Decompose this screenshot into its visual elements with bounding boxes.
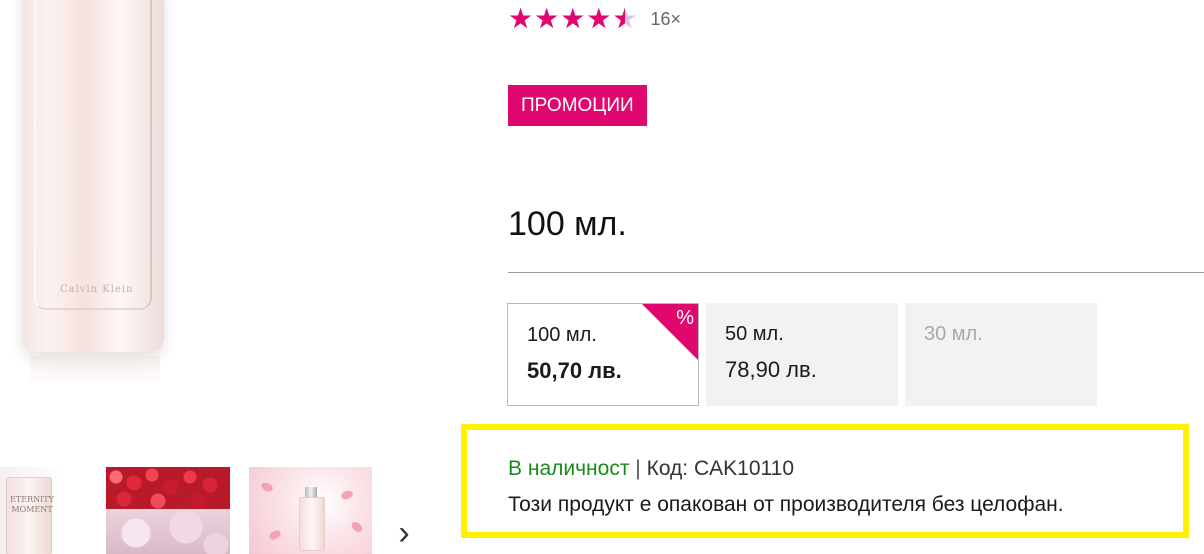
variant-volume: 30 мл.	[924, 323, 983, 345]
variant-volume: 50 мл.	[725, 323, 784, 345]
thumbnail-label: ETERNITY MOMENT	[10, 495, 54, 514]
rating-stars: ★★★★★ ★★★★★	[508, 4, 639, 34]
packaging-note: Този продукт е опакован от производителя…	[508, 493, 1064, 516]
thumbnail-1[interactable]: ETERNITY MOMENT	[0, 467, 62, 554]
product-code: CAK10110	[693, 457, 795, 480]
selected-volume-title: 100 мл.	[508, 205, 627, 243]
product-main-image[interactable]: Calvin Klein	[0, 0, 200, 390]
bottle-brand-logo: Calvin Klein	[60, 284, 134, 295]
petal-shape	[349, 520, 365, 534]
perfume-bottle-image: Calvin Klein	[22, 0, 164, 352]
star-icons-filled: ★★★★★	[508, 4, 625, 34]
stock-line: В наличност | Код: CAK10110	[508, 456, 794, 482]
variant-option-50ml[interactable]: 50 мл. 78,90 лв.	[706, 303, 898, 406]
raspberries-image	[106, 467, 230, 509]
availability-info-box: В наличност | Код: CAK10110 Този продукт…	[461, 424, 1189, 538]
bottle-reflection	[30, 356, 160, 386]
peonies-image	[106, 509, 230, 554]
rating-count: 16×	[650, 8, 682, 29]
variant-option-30ml[interactable]: 30 мл.	[905, 303, 1097, 406]
product-code-label: Код:	[646, 457, 689, 480]
thumbnail-bottle-image	[6, 477, 52, 554]
chevron-right-icon[interactable]: ›	[390, 515, 418, 551]
thumbnail-bottle-image	[299, 497, 325, 551]
petal-shape	[259, 480, 275, 494]
divider	[508, 272, 1204, 273]
variant-price: 50,70 лв.	[527, 358, 622, 383]
stock-status: В наличност	[508, 457, 630, 480]
petal-shape	[267, 528, 283, 542]
petal-shape	[339, 489, 355, 501]
product-rating[interactable]: ★★★★★ ★★★★★ 16×	[508, 4, 681, 34]
separator: |	[635, 457, 641, 480]
thumbnail-carousel: ETERNITY MOMENT ›	[0, 467, 430, 554]
variant-price: 78,90 лв.	[725, 357, 817, 382]
percent-icon: %	[676, 307, 694, 329]
thumbnail-2[interactable]	[106, 467, 230, 554]
variant-option-100ml[interactable]: 100 мл. 50,70 лв. %	[507, 303, 699, 406]
thumbnail-3[interactable]	[249, 467, 372, 554]
promo-badge[interactable]: ПРОМОЦИИ	[508, 85, 647, 126]
